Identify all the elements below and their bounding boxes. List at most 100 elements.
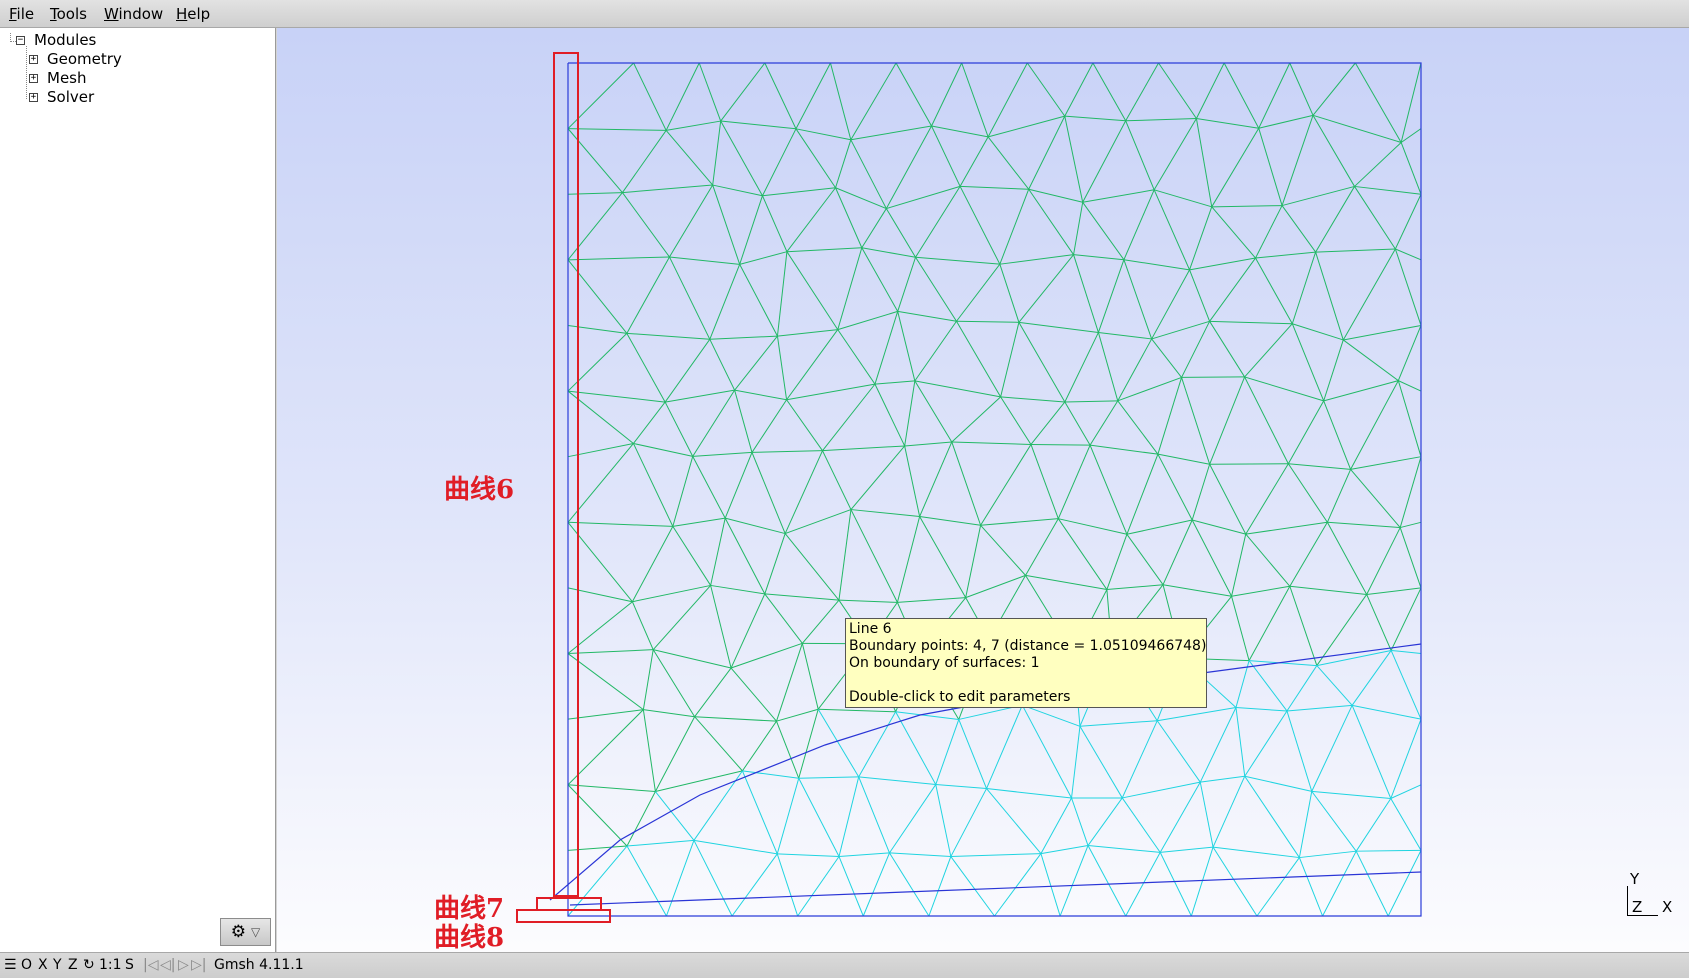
mesh-edge	[951, 396, 1001, 443]
mesh-edge	[710, 584, 765, 595]
mesh-edge	[741, 770, 778, 855]
menu-window[interactable]: Window	[104, 5, 163, 23]
version-text: Gmsh 4.11.1	[214, 957, 304, 973]
mesh-edge	[1089, 444, 1128, 535]
mesh-edge	[1087, 845, 1161, 853]
select-button[interactable]: S	[125, 953, 134, 977]
menu-bar: File Tools Window Help	[0, 0, 1689, 28]
mesh-edge	[1255, 251, 1316, 259]
axis-x-label: X	[1662, 898, 1673, 916]
mesh-edge	[822, 445, 905, 452]
mesh-edge	[862, 852, 890, 917]
mesh-edge	[1089, 400, 1119, 446]
mesh-upper-region	[567, 62, 1422, 916]
mesh-edge	[1286, 710, 1313, 792]
mesh-edge	[786, 247, 862, 253]
mesh-edge	[1288, 463, 1351, 470]
mesh-edge	[1071, 726, 1081, 799]
mesh-edge	[1211, 206, 1256, 259]
mesh-edge	[1394, 194, 1422, 250]
view-y-button[interactable]: Y	[53, 953, 62, 977]
mesh-edge	[1195, 62, 1225, 119]
mesh-edge	[1355, 850, 1389, 917]
mesh-edge	[1390, 650, 1422, 720]
mesh-edge	[776, 778, 800, 855]
mesh-edge	[1342, 339, 1399, 382]
mesh-edge	[960, 185, 1029, 190]
first-step-icon[interactable]: |◁	[143, 953, 158, 977]
mesh-edge	[1021, 704, 1072, 799]
scale-button[interactable]: 1:1	[99, 953, 122, 977]
mesh-edge	[1327, 521, 1401, 529]
mesh-edge	[874, 380, 915, 385]
mesh-edge	[1064, 115, 1126, 122]
menu-tools[interactable]: Tools	[50, 5, 87, 23]
mesh-edge	[986, 705, 1023, 789]
mesh-edge	[874, 311, 899, 385]
menu-file[interactable]: File	[9, 5, 34, 23]
mesh-edge	[838, 776, 860, 857]
mesh-edge	[897, 257, 917, 312]
options-gear-button[interactable]: ⚙ ▽	[220, 918, 271, 946]
mesh-edge	[1326, 469, 1352, 523]
mesh-edge	[741, 720, 777, 772]
mesh-edge	[1244, 775, 1312, 792]
mesh-edge	[914, 320, 957, 382]
mesh-edge	[1106, 534, 1128, 590]
mesh-edge	[1235, 707, 1246, 777]
mesh-edge	[919, 516, 981, 526]
prev-step-icon[interactable]: ◁|	[160, 953, 175, 977]
last-step-icon[interactable]: ▷|	[191, 953, 206, 977]
mesh-edge	[1366, 594, 1392, 651]
mesh-edge	[1121, 797, 1161, 853]
view-origin-button[interactable]: O	[21, 953, 32, 977]
mesh-edge	[950, 788, 987, 857]
mesh-edge	[710, 518, 726, 586]
mesh-edge	[1354, 186, 1396, 250]
view-z-button[interactable]: Z	[68, 953, 78, 977]
mesh-edge	[1073, 254, 1099, 333]
collapse-icon[interactable]: −	[16, 36, 25, 45]
mesh-edge	[1000, 396, 1065, 403]
mesh-edge	[1289, 585, 1367, 595]
expand-icon[interactable]: +	[29, 93, 38, 102]
mesh-edge	[1316, 665, 1353, 706]
mesh-edge	[835, 139, 852, 188]
mesh-edge	[1192, 519, 1246, 535]
mesh-edge	[1245, 521, 1328, 535]
next-step-icon[interactable]: ▷	[178, 953, 189, 977]
mesh-edge	[1231, 596, 1250, 661]
mesh-edge	[1189, 257, 1256, 271]
rotate-icon[interactable]: ↻	[83, 953, 95, 977]
mesh-edge	[622, 192, 670, 258]
mesh-edge	[1289, 62, 1314, 116]
mesh-edge	[1209, 321, 1246, 378]
mesh-edge	[1245, 463, 1289, 535]
menu-help[interactable]: Help	[176, 5, 210, 23]
mesh-edge	[786, 383, 876, 401]
expand-icon[interactable]: +	[29, 74, 38, 83]
mesh-edge	[622, 130, 667, 193]
mesh-edge	[1018, 254, 1074, 323]
mesh-edge	[1162, 519, 1193, 585]
view-x-button[interactable]: X	[38, 953, 48, 977]
mesh-edge	[1190, 846, 1214, 917]
expand-icon[interactable]: +	[29, 55, 38, 64]
mesh-edge	[1231, 585, 1290, 597]
domain-boundary[interactable]	[567, 62, 1422, 917]
mesh-edge	[655, 791, 695, 841]
mesh-edge	[694, 716, 743, 772]
mesh-edge	[861, 247, 899, 312]
mesh-edge	[1126, 519, 1193, 535]
graphics-viewport[interactable]: Line 6 Boundary points: 4, 7 (distance =…	[277, 28, 1689, 952]
mesh-edge	[919, 441, 953, 517]
mesh-edge	[1311, 790, 1391, 799]
mesh-edge	[838, 599, 898, 603]
mesh-edge	[931, 62, 963, 127]
mesh-edge	[897, 311, 916, 381]
mesh-edge	[999, 189, 1030, 265]
status-menu-icon[interactable]: ☰	[4, 953, 17, 977]
mesh-edge	[709, 335, 778, 340]
curve-8-line[interactable]	[569, 871, 1422, 906]
mesh-edge	[1212, 846, 1300, 859]
